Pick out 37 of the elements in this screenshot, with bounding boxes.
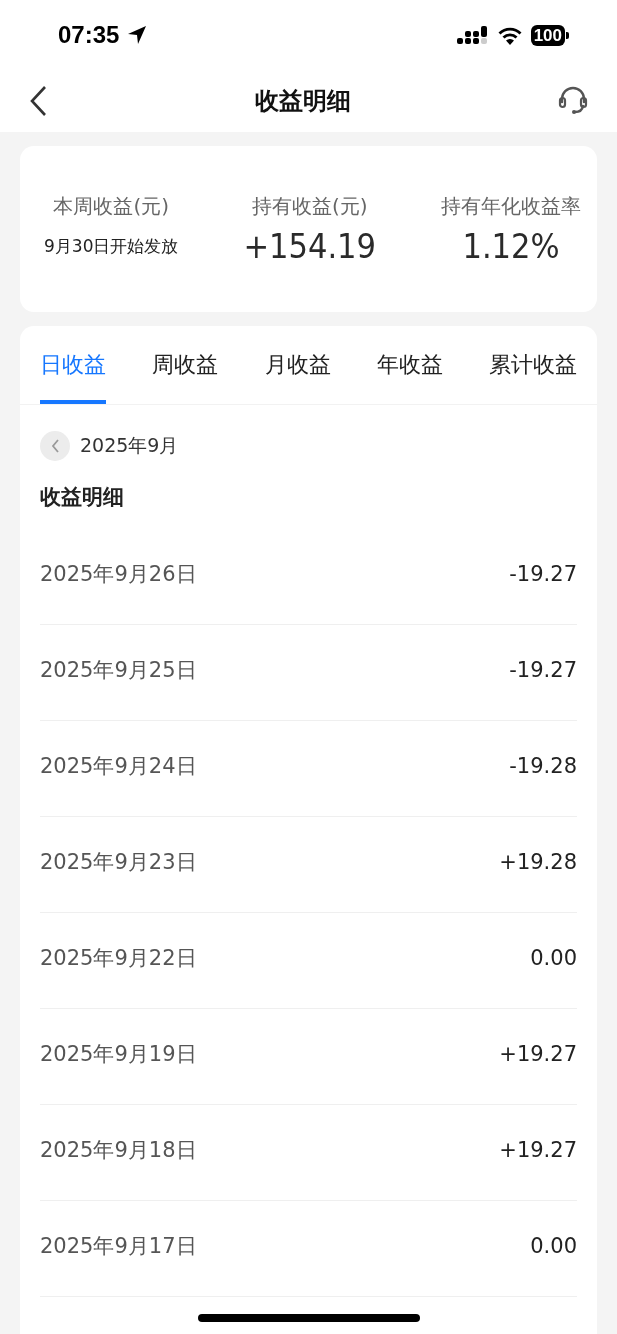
amount-text: -19.27 (509, 657, 577, 682)
amount-text: -19.28 (509, 753, 577, 778)
page-title: 收益明细 (254, 86, 351, 117)
date-text: 2025年9月18日 (40, 1136, 197, 1164)
amount-text: +19.27 (499, 1041, 577, 1066)
summary-label: 持有年化收益率 (441, 192, 581, 220)
back-button[interactable] (28, 85, 48, 117)
tab[interactable]: 年收益 (376, 326, 443, 404)
wifi-icon (496, 25, 523, 45)
clock: 07:35 (58, 21, 120, 49)
date-text: 2025年9月17日 (40, 1232, 197, 1260)
payout-note: 9月30日开始发放 (44, 234, 179, 258)
date-text: 2025年9月25日 (40, 656, 197, 684)
date-text: 2025年9月19日 (40, 1040, 197, 1068)
date-text: 2025年9月24日 (40, 752, 197, 780)
amount-text: +19.27 (499, 1137, 577, 1162)
signal-icon (456, 25, 489, 45)
amount-text: 0.00 (530, 945, 577, 970)
headset-icon[interactable] (557, 85, 589, 117)
section-title: 收益明细 (40, 484, 124, 511)
location-arrow-icon (127, 25, 148, 45)
chevron-left-icon (50, 438, 60, 454)
amount-text: -19.27 (509, 561, 577, 586)
amount-text: 0.00 (530, 1233, 577, 1258)
tab[interactable]: 周收益 (152, 326, 219, 404)
tab[interactable]: 日收益 (40, 326, 106, 404)
summary-value: 1.12% (462, 225, 560, 266)
date-text: 2025年9月23日 (40, 848, 197, 876)
tab[interactable]: 累计收益 (489, 326, 577, 404)
summary-value: +154.19 (243, 225, 377, 266)
date-text: 2025年9月22日 (40, 944, 197, 972)
tab[interactable]: 月收益 (264, 326, 331, 404)
month-label: 2025年9月 (80, 433, 179, 458)
date-text: 2025年9月26日 (40, 560, 197, 588)
amount-text: +19.28 (499, 849, 577, 874)
summary-label: 本周收益(元) (53, 192, 170, 220)
summary-label: 持有收益(元) (251, 192, 368, 220)
